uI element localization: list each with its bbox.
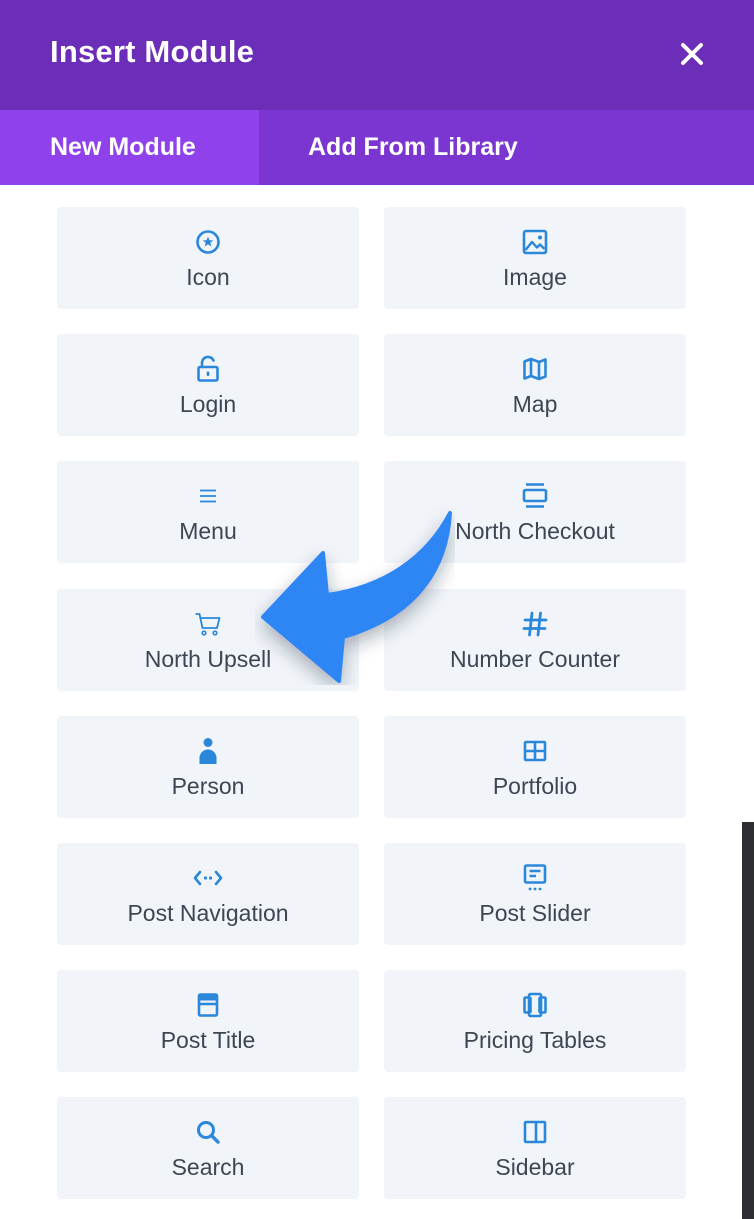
post-title-icon <box>197 993 219 1017</box>
person-icon <box>199 738 217 764</box>
module-label: Person <box>171 773 245 799</box>
module-label: Menu <box>179 518 237 544</box>
portfolio-grid-icon <box>523 740 547 762</box>
module-label: Post Navigation <box>127 900 289 926</box>
module-label: Pricing Tables <box>463 1027 607 1053</box>
module-label: Login <box>179 391 237 417</box>
module-post-slider[interactable]: Post Slider <box>384 843 686 945</box>
module-menu[interactable]: Menu <box>57 461 359 563</box>
page-edge-strip <box>742 822 754 1219</box>
module-label: Post Slider <box>479 900 591 926</box>
module-person[interactable]: Person <box>57 716 359 818</box>
module-label: Portfolio <box>492 773 578 799</box>
module-label: Search <box>171 1154 245 1180</box>
image-icon <box>522 229 548 255</box>
module-portfolio[interactable]: Portfolio <box>384 716 686 818</box>
module-label: North Checkout <box>455 518 615 544</box>
close-button[interactable] <box>672 34 712 74</box>
sidebar-icon <box>523 1120 547 1144</box>
post-navigation-icon <box>193 870 223 886</box>
module-north-upsell[interactable]: North Upsell <box>57 589 359 691</box>
hash-icon <box>522 611 548 637</box>
post-slider-icon <box>523 864 547 891</box>
module-label: Number Counter <box>449 646 621 672</box>
module-label: Image <box>503 264 567 290</box>
module-number-counter[interactable]: Number Counter <box>384 589 686 691</box>
close-icon <box>681 43 703 65</box>
module-sidebar[interactable]: Sidebar <box>384 1097 686 1199</box>
tab-label: Add From Library <box>308 133 518 161</box>
module-search[interactable]: Search <box>57 1097 359 1199</box>
cart-icon <box>195 613 221 636</box>
module-label: Icon <box>186 264 230 290</box>
module-north-checkout[interactable]: North Checkout <box>384 461 686 563</box>
tab-label: New Module <box>50 133 196 161</box>
module-post-navigation[interactable]: Post Navigation <box>57 843 359 945</box>
module-grid: Icon Image Login Map Menu North Checkout… <box>0 185 754 1219</box>
map-icon <box>523 357 547 381</box>
unlock-icon <box>197 355 219 382</box>
tab-new-module[interactable]: New Module <box>0 110 259 185</box>
pricing-tables-icon <box>523 992 547 1018</box>
module-icon[interactable]: Icon <box>57 207 359 309</box>
tab-add-from-library[interactable]: Add From Library <box>259 110 754 185</box>
tab-bar: New Module Add From Library <box>0 110 754 185</box>
module-post-title[interactable]: Post Title <box>57 970 359 1072</box>
module-label: Sidebar <box>495 1154 575 1180</box>
module-login[interactable]: Login <box>57 334 359 436</box>
module-image[interactable]: Image <box>384 207 686 309</box>
search-icon <box>197 1121 220 1144</box>
module-pricing-tables[interactable]: Pricing Tables <box>384 970 686 1072</box>
menu-icon <box>200 489 216 503</box>
circle-star-icon <box>196 230 220 254</box>
module-map[interactable]: Map <box>384 334 686 436</box>
modal-title: Insert Module <box>50 34 255 69</box>
modal-header: Insert Module <box>0 0 754 110</box>
module-label: North Upsell <box>144 646 272 672</box>
module-label: Post Title <box>160 1027 256 1053</box>
module-label: Map <box>512 391 558 417</box>
checkout-icon <box>522 483 548 508</box>
